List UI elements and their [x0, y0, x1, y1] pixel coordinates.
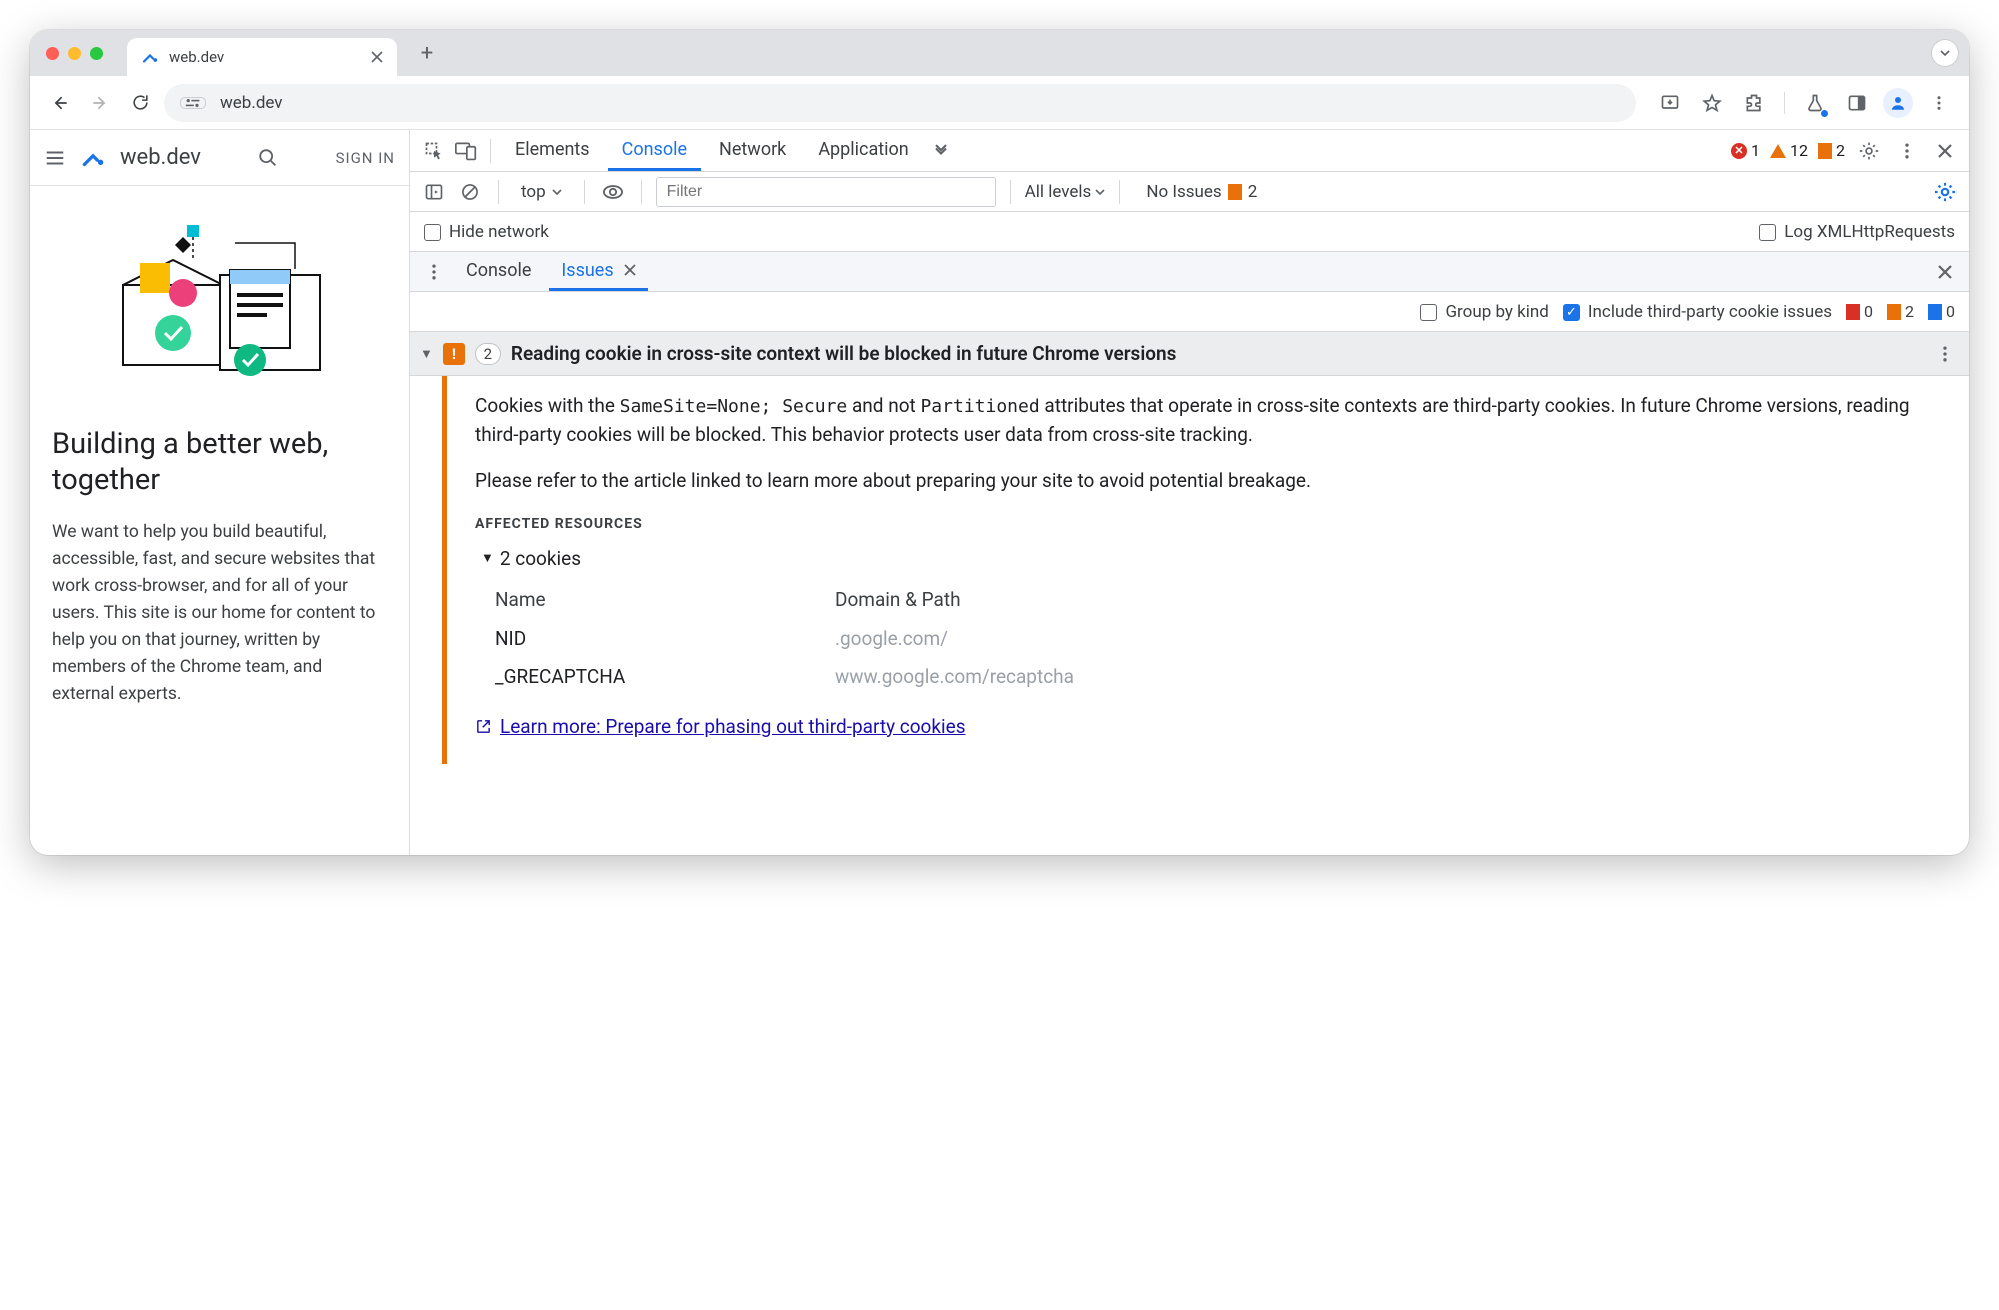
tab-network[interactable]: Network: [705, 131, 800, 171]
reload-button[interactable]: [124, 87, 156, 119]
issues-count[interactable]: 2: [1818, 141, 1845, 160]
install-app-button[interactable]: [1654, 87, 1686, 119]
toggle-sidebar-icon[interactable]: [420, 178, 448, 206]
tab-application[interactable]: Application: [804, 131, 922, 171]
cookie-table: Name Domain & Path NID .google.com/ _GRE…: [495, 581, 1947, 697]
tab-search-button[interactable]: [1931, 39, 1959, 67]
console-settings-icon[interactable]: [1931, 178, 1959, 206]
maximize-window-button[interactable]: [90, 47, 103, 60]
group-by-kind-checkbox[interactable]: Group by kind: [1420, 302, 1548, 322]
issue-menu-icon[interactable]: [1931, 340, 1959, 368]
issue-paragraph-2: Please refer to the article linked to le…: [475, 467, 1947, 496]
table-row[interactable]: NID .google.com/: [495, 620, 1947, 659]
table-header: Name Domain & Path: [495, 581, 1947, 620]
close-drawer-icon[interactable]: [1931, 258, 1959, 286]
console-filter-input[interactable]: [656, 177, 996, 207]
table-row[interactable]: _GRECAPTCHA www.google.com/recaptcha: [495, 658, 1947, 697]
issue-header[interactable]: ▼ ! 2 Reading cookie in cross-site conte…: [410, 332, 1969, 376]
signin-link[interactable]: SIGN IN: [336, 149, 395, 167]
issues-blue-count[interactable]: 0: [1928, 302, 1955, 321]
extensions-button[interactable]: [1738, 87, 1770, 119]
page-logo-text: web.dev: [120, 145, 201, 170]
devtools-menu-icon[interactable]: [1893, 137, 1921, 165]
browser-tab[interactable]: web.dev: [127, 38, 397, 76]
console-settings-row: Hide network Log XMLHttpRequests: [410, 212, 1969, 252]
window-controls: [46, 47, 103, 60]
affected-resources-label: AFFECTED RESOURCES: [475, 514, 1947, 535]
issue-title: Reading cookie in cross-site context wil…: [511, 342, 1921, 365]
page-paragraph: We want to help you build beautiful, acc…: [52, 519, 387, 709]
more-tabs-icon[interactable]: [927, 137, 955, 165]
issues-filters: Group by kind ✓Include third-party cooki…: [410, 292, 1969, 332]
omnibox-text: web.dev: [220, 93, 283, 113]
log-xhr-checkbox[interactable]: Log XMLHttpRequests: [1759, 222, 1955, 242]
content-area: web.dev SIGN IN: [30, 130, 1969, 855]
omnibox[interactable]: web.dev: [164, 84, 1636, 122]
drawer-tab-issues[interactable]: Issues: [549, 253, 647, 291]
hamburger-icon[interactable]: [44, 147, 66, 169]
close-drawer-tab-icon[interactable]: [624, 264, 636, 276]
clear-console-icon[interactable]: [456, 178, 484, 206]
device-toggle-icon[interactable]: [452, 137, 480, 165]
issue-badge-count: 2: [475, 343, 501, 365]
issues-orange-count[interactable]: 2: [1887, 302, 1914, 321]
tab-console[interactable]: Console: [608, 131, 701, 171]
labs-button[interactable]: [1799, 87, 1831, 119]
learn-more-link[interactable]: Learn more: Prepare for phasing out thir…: [475, 713, 966, 742]
browser-window: web.dev + web.dev: [30, 30, 1969, 855]
issue-paragraph-1: Cookies with the SameSite=None; Secure a…: [475, 392, 1947, 449]
new-tab-button[interactable]: +: [413, 39, 441, 67]
issues-summary[interactable]: No Issues2: [1146, 182, 1257, 202]
back-button[interactable]: [44, 87, 76, 119]
include-third-party-checkbox[interactable]: ✓Include third-party cookie issues: [1563, 302, 1832, 322]
context-select[interactable]: top: [513, 182, 570, 202]
tab-favicon: [141, 48, 159, 66]
webdev-logo-icon: [80, 145, 106, 171]
issue-caret-icon[interactable]: ▼: [420, 346, 433, 362]
warning-count[interactable]: 12: [1770, 141, 1808, 160]
devtools-main-tabs: Elements Console Network Application ✕1 …: [410, 130, 1969, 172]
tab-title: web.dev: [169, 48, 224, 66]
minimize-window-button[interactable]: [68, 47, 81, 60]
hero-illustration: [52, 210, 387, 400]
close-devtools-icon[interactable]: [1931, 137, 1959, 165]
devtools-separator: [490, 139, 491, 163]
error-count[interactable]: ✕1: [1731, 141, 1760, 160]
hide-network-checkbox[interactable]: Hide network: [424, 222, 549, 242]
drawer-tabs: Console Issues: [410, 252, 1969, 292]
page-body: Building a better web, together We want …: [30, 186, 409, 855]
forward-button[interactable]: [84, 87, 116, 119]
inspect-element-icon[interactable]: [420, 137, 448, 165]
close-tab-button[interactable]: [371, 51, 383, 63]
live-expression-icon[interactable]: [599, 178, 627, 206]
site-settings-icon[interactable]: [180, 97, 206, 109]
page-pane: web.dev SIGN IN: [30, 130, 410, 855]
issue-severity-icon: !: [443, 343, 465, 365]
drawer-menu-icon[interactable]: [420, 258, 448, 286]
cookies-toggle[interactable]: ▼2 cookies: [481, 545, 1947, 574]
issues-red-count[interactable]: 0: [1846, 302, 1873, 321]
toolbar-separator: [1784, 92, 1785, 114]
issue-body: Cookies with the SameSite=None; Secure a…: [410, 376, 1969, 764]
side-panel-button[interactable]: [1841, 87, 1873, 119]
page-search-icon[interactable]: [257, 147, 279, 169]
bookmark-button[interactable]: [1696, 87, 1728, 119]
settings-icon[interactable]: [1855, 137, 1883, 165]
page-header: web.dev SIGN IN: [30, 130, 409, 186]
console-toolbar: top All levels No Issues2: [410, 172, 1969, 212]
log-levels-select[interactable]: All levels: [1025, 182, 1106, 202]
tab-elements[interactable]: Elements: [501, 131, 604, 171]
toolbar-actions: [1654, 87, 1955, 119]
page-heading: Building a better web, together: [52, 426, 387, 499]
devtools-panel: Elements Console Network Application ✕1 …: [410, 130, 1969, 855]
close-window-button[interactable]: [46, 47, 59, 60]
chrome-menu-button[interactable]: [1923, 87, 1955, 119]
profile-button[interactable]: [1883, 88, 1913, 118]
tab-strip: web.dev +: [30, 30, 1969, 76]
drawer-tab-console[interactable]: Console: [454, 253, 543, 291]
browser-toolbar: web.dev: [30, 76, 1969, 130]
